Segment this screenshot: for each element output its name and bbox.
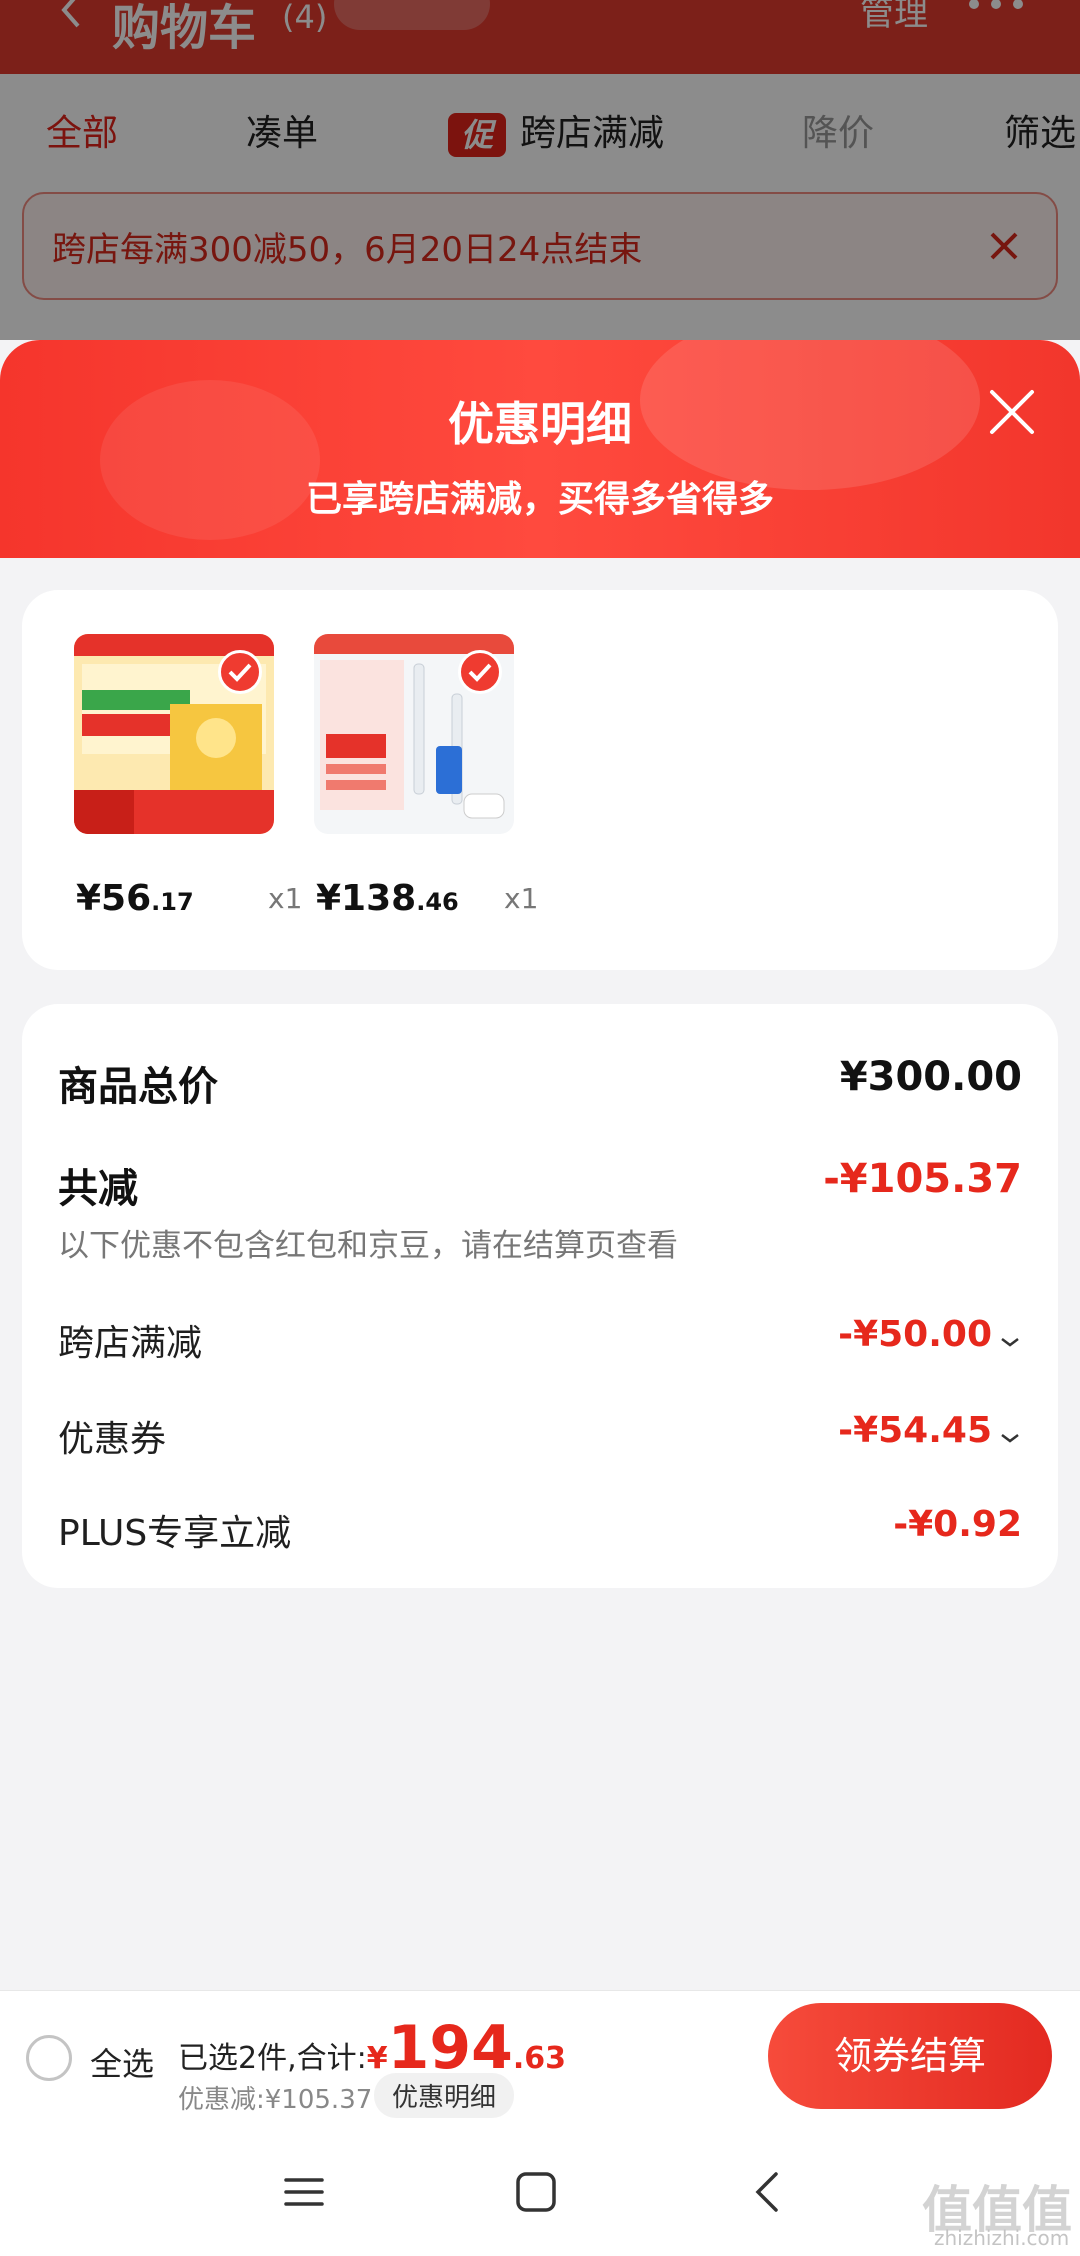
select-all-radio[interactable] xyxy=(26,2035,72,2081)
product-quantity: x1 xyxy=(504,882,539,915)
chevron-down-icon[interactable] xyxy=(998,1428,1022,1448)
checkout-bar: 全选 已选2件,合计:¥194.63 优惠减:¥105.37 优惠明细 领券结算 xyxy=(0,1990,1080,2126)
total-price-label: 商品总价 xyxy=(58,1064,218,1110)
cross-store-discount-label: 跨店满减 xyxy=(58,1323,203,1364)
checkout-button[interactable]: 领券结算 xyxy=(768,2003,1052,2109)
menu-icon[interactable] xyxy=(280,2168,328,2216)
discount-detail-button[interactable]: 优惠明细 xyxy=(374,2073,515,2118)
total-reduction-value: -¥105.37 xyxy=(823,1156,1022,1202)
chevron-down-icon[interactable] xyxy=(998,1332,1022,1352)
reduction-hint: 以下优惠不包含红包和京豆，请在结算页查看 xyxy=(58,1228,678,1264)
checked-icon[interactable] xyxy=(458,650,502,694)
discount-amount: 优惠减:¥105.37 xyxy=(178,2085,373,2115)
product-price: ¥138.46 xyxy=(316,878,459,919)
product-price: ¥56.17 xyxy=(76,878,194,919)
products-card: ¥56.17 x1 ¥138.46 x1 xyxy=(22,590,1058,970)
price-summary-card: 商品总价 ¥300.00 共减 -¥105.37 以下优惠不包含红包和京豆，请在… xyxy=(22,1004,1058,1588)
sheet-title: 优惠明细 xyxy=(448,397,632,451)
overlay-dim[interactable] xyxy=(0,0,1080,340)
cross-store-discount-value: -¥50.00 xyxy=(838,1314,992,1355)
close-icon[interactable] xyxy=(988,388,1036,436)
back-icon[interactable] xyxy=(744,2168,792,2216)
checked-icon[interactable] xyxy=(218,650,262,694)
total-price-value: ¥300.00 xyxy=(839,1054,1022,1100)
watermark-url: zhizhizhi.com xyxy=(934,2226,1070,2250)
coupon-value: -¥54.45 xyxy=(838,1410,992,1451)
sheet-subtitle: 已享跨店满减，买得多省得多 xyxy=(305,479,774,520)
coupon-label: 优惠券 xyxy=(58,1419,167,1460)
plus-discount-value: -¥0.92 xyxy=(893,1504,1022,1545)
selected-count-text: 已选2件,合计: xyxy=(178,2041,367,2076)
system-nav-bar xyxy=(0,2126,1080,2256)
selected-summary: 已选2件,合计:¥194.63 xyxy=(178,2013,567,2083)
home-icon[interactable] xyxy=(512,2168,560,2216)
plus-discount-label: PLUS专享立减 xyxy=(58,1513,292,1554)
sheet-header: 优惠明细 已享跨店满减，买得多省得多 xyxy=(0,340,1080,558)
discount-detail-sheet: 优惠明细 已享跨店满减，买得多省得多 ¥56.17 x1 ¥138.46 x1 … xyxy=(0,340,1080,1990)
product-quantity: x1 xyxy=(268,882,303,915)
total-reduction-label: 共减 xyxy=(58,1166,138,1212)
select-all-label[interactable]: 全选 xyxy=(90,2039,154,2085)
